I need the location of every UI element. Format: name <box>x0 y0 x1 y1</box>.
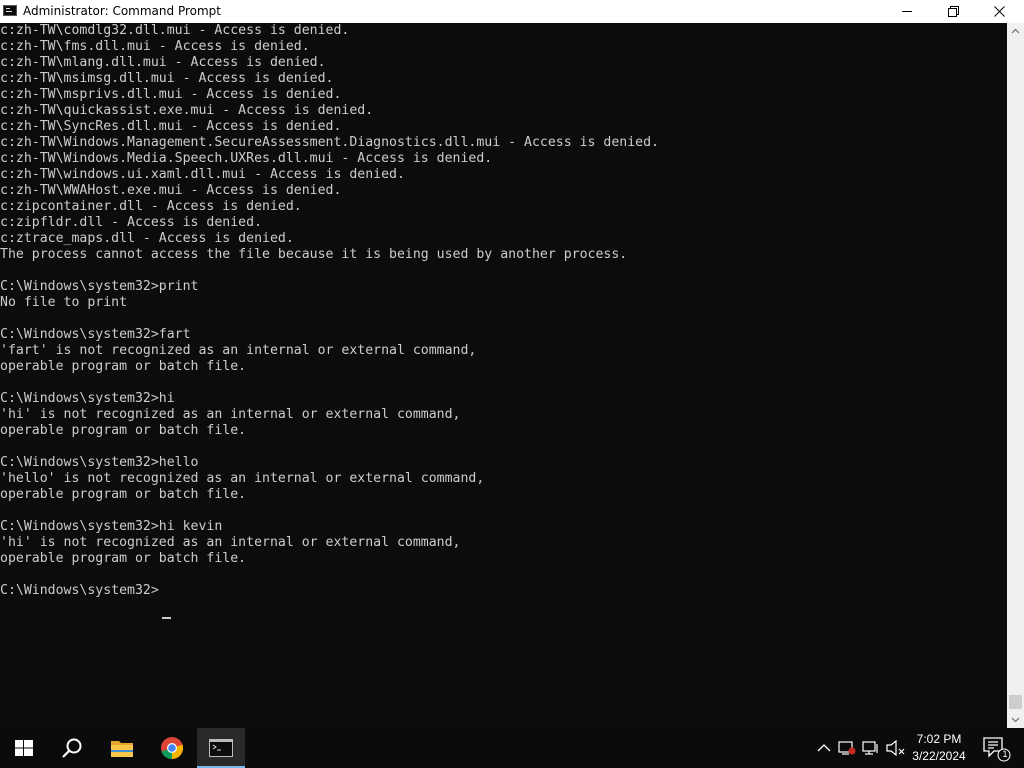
console-line: 'hi' is not recognized as an internal or… <box>0 535 461 550</box>
minimize-icon <box>902 11 912 12</box>
console-line: C:\Windows\system32>fart <box>0 327 191 342</box>
scroll-thumb[interactable] <box>1009 695 1022 709</box>
console-line: The process cannot access the file becau… <box>0 247 628 262</box>
console-line: c:zh-TW\mlang.dll.mui - Access is denied… <box>0 55 326 70</box>
action-center-button[interactable]: 1 <box>978 728 1018 768</box>
speaker-muted-icon[interactable] <box>886 740 906 756</box>
console-line: 'hi' is not recognized as an internal or… <box>0 407 461 422</box>
console-line: c:zh-TW\WWAHost.exe.mui - Access is deni… <box>0 183 342 198</box>
clock-date: 3/22/2024 <box>912 749 966 763</box>
console-text: c:zh-TW\comdlg32.dll.mui - Access is den… <box>0 23 659 599</box>
scroll-up-button[interactable] <box>1007 23 1024 40</box>
console-line: C:\Windows\system32>hi <box>0 391 175 406</box>
console-line: c:zh-TW\comdlg32.dll.mui - Access is den… <box>0 23 350 38</box>
console-line: operable program or batch file. <box>0 487 247 502</box>
console-line: c:ztrace_maps.dll - Access is denied. <box>0 231 294 246</box>
chevron-down-icon <box>1011 717 1020 723</box>
chevron-up-icon <box>1011 28 1020 34</box>
chrome-icon <box>161 737 184 760</box>
display-icon[interactable] <box>862 740 880 756</box>
console-line: c:zh-TW\msimsg.dll.mui - Access is denie… <box>0 71 334 86</box>
network-icon[interactable] <box>838 740 856 756</box>
cmd-icon[interactable] <box>3 5 17 16</box>
cmd-icon <box>209 739 233 757</box>
console-line: c:zh-TW\Windows.Management.SecureAssessm… <box>0 135 659 150</box>
chevron-up-icon[interactable] <box>816 740 832 756</box>
title-bar[interactable]: Administrator: Command Prompt <box>0 0 1024 23</box>
scroll-down-button[interactable] <box>1007 711 1024 728</box>
console-line: c:zh-TW\SyncRes.dll.mui - Access is deni… <box>0 119 342 134</box>
console-line: operable program or batch file. <box>0 423 247 438</box>
folder-icon <box>111 741 133 757</box>
console-line: c:zh-TW\windows.ui.xaml.dll.mui - Access… <box>0 167 405 182</box>
console-line: C:\Windows\system32> <box>0 583 159 598</box>
windows-logo-icon <box>15 740 33 756</box>
console-output[interactable]: c:zh-TW\comdlg32.dll.mui - Access is den… <box>0 23 1007 728</box>
clock-time: 7:02 PM <box>916 732 962 746</box>
console-line: operable program or batch file. <box>0 551 247 566</box>
console-line: C:\Windows\system32>hi kevin <box>0 519 223 534</box>
console-line: operable program or batch file. <box>0 359 247 374</box>
restore-icon <box>948 6 959 17</box>
command-prompt-taskbar-button[interactable] <box>197 728 245 768</box>
console-line: c:zh-TW\quickassist.exe.mui - Access is … <box>0 103 374 118</box>
close-button[interactable] <box>977 0 1023 23</box>
console-line: c:zipfldr.dll - Access is denied. <box>0 215 263 230</box>
console-line: c:zh-TW\msprivs.dll.mui - Access is deni… <box>0 87 342 102</box>
console-line: c:zh-TW\Windows.Media.Speech.UXRes.dll.m… <box>0 151 493 166</box>
chrome-button[interactable] <box>148 728 196 768</box>
console-line: c:zipcontainer.dll - Access is denied. <box>0 199 302 214</box>
search-button[interactable] <box>48 728 96 768</box>
window-title: Administrator: Command Prompt <box>23 4 221 18</box>
minimize-button[interactable] <box>885 0 931 23</box>
close-icon <box>994 6 1005 17</box>
console-line: No file to print <box>0 295 128 310</box>
system-tray <box>812 728 908 768</box>
taskbar: 7:02 PM 3/22/2024 1 <box>0 728 1024 768</box>
console-line: 'fart' is not recognized as an internal … <box>0 343 477 358</box>
text-cursor <box>162 617 171 619</box>
console-line: C:\Windows\system32>hello <box>0 455 199 470</box>
notification-count: 1 <box>1002 749 1008 759</box>
console-line: C:\Windows\system32>print <box>0 279 199 294</box>
file-explorer-button[interactable] <box>98 728 146 768</box>
clock[interactable]: 7:02 PM 3/22/2024 <box>906 731 972 765</box>
search-icon <box>62 738 82 758</box>
restore-button[interactable] <box>931 0 977 23</box>
console-line: 'hello' is not recognized as an internal… <box>0 471 485 486</box>
console-line: c:zh-TW\fms.dll.mui - Access is denied. <box>0 39 310 54</box>
start-button[interactable] <box>0 728 48 768</box>
vertical-scrollbar[interactable] <box>1007 23 1024 728</box>
